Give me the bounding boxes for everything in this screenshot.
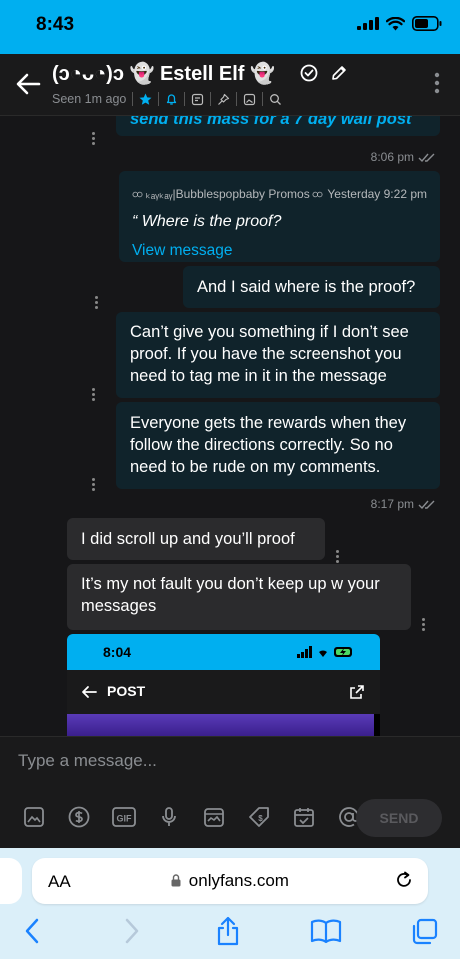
price-tag-icon[interactable]: $ [243, 801, 275, 833]
message-bubble-incoming[interactable]: It’s my not fault you don’t keep up w yo… [67, 564, 411, 630]
message-text: send this mass for a 7 day wall post [130, 116, 412, 128]
message-text: Can’t give you something if I don’t see … [130, 323, 409, 385]
double-check-icon [418, 500, 435, 509]
svg-text:GIF: GIF [117, 814, 133, 824]
message-text: I did scroll up and you’ll proof [81, 530, 295, 548]
link-chain-icon [312, 191, 323, 197]
divider [210, 92, 212, 106]
wifi-icon [386, 16, 405, 30]
calendar-icon[interactable] [288, 801, 320, 833]
message-options-icon[interactable] [92, 478, 96, 493]
signal-icon [357, 17, 379, 30]
message-composer: Type a message... GIF $ SEND [0, 736, 460, 848]
embedded-status-bar: 8:04 [67, 634, 380, 670]
image-icon[interactable] [18, 801, 50, 833]
send-button[interactable]: SEND [356, 799, 442, 837]
divider [158, 92, 160, 106]
message-options-icon[interactable] [92, 388, 96, 403]
bell-icon[interactable] [165, 93, 178, 106]
note-icon[interactable] [191, 93, 204, 106]
message-text: And I said where is the proof? [197, 278, 416, 296]
quote-source: ₖₐᵧₖₐᵧ|Bubblespopbaby Promos [145, 187, 310, 201]
back-arrow-icon [82, 686, 97, 698]
browser-toolbar [0, 916, 460, 950]
browser-bottom-bar: AA onlyfans.com [0, 848, 460, 959]
message-text: Everyone gets the rewards when they foll… [130, 414, 407, 476]
message-text: It’s my not fault you don’t keep up w yo… [81, 575, 380, 615]
star-icon[interactable] [139, 93, 152, 106]
tabs-icon[interactable] [410, 918, 438, 946]
divider [262, 92, 264, 106]
pencil-icon[interactable] [330, 64, 348, 82]
message-bubble-outgoing[interactable]: send this mass for a 7 day wall post [116, 116, 440, 136]
url-display: onlyfans.com [32, 871, 428, 891]
previous-tab-card[interactable] [0, 858, 22, 904]
pin-icon[interactable] [217, 93, 230, 106]
message-bubble-outgoing[interactable]: Can’t give you something if I don’t see … [116, 312, 440, 398]
quoted-message-card[interactable]: ₖₐᵧₖₐᵧ|Bubblespopbaby Promos Yesterday 9… [119, 171, 440, 262]
link-chain-icon [132, 191, 143, 197]
embedded-image-preview [67, 714, 380, 736]
gif-icon[interactable]: GIF [108, 801, 140, 833]
message-bubble-outgoing[interactable]: And I said where is the proof? [183, 266, 440, 308]
embedded-status-icons [297, 646, 352, 658]
microphone-icon[interactable] [153, 801, 185, 833]
embedded-title: POST [107, 683, 146, 699]
chevron-right-icon[interactable] [124, 918, 140, 944]
status-bar: 8:43 [0, 0, 460, 54]
chevron-left-icon[interactable] [24, 918, 40, 944]
lock-icon [171, 874, 181, 887]
message-meta: 8:06 pm [371, 150, 438, 164]
view-message-link[interactable]: View message [132, 240, 427, 262]
double-check-icon [418, 153, 435, 162]
more-vertical-icon[interactable] [434, 72, 440, 94]
reload-icon[interactable] [394, 870, 414, 890]
message-options-icon[interactable] [92, 132, 96, 147]
bookmarks-icon[interactable] [310, 918, 342, 944]
message-bubble-incoming[interactable]: I did scroll up and you’ll proof [67, 518, 325, 560]
chat-title[interactable]: (ↄ◔ᴗ◔)ↄ 👻 Estell Elf 👻 [52, 61, 275, 86]
message-meta: 8:17 pm [371, 497, 438, 511]
chat-messages[interactable]: send this mass for a 7 day wall post 8:0… [0, 116, 460, 736]
search-icon[interactable] [269, 93, 282, 106]
message-time: 8:17 pm [370, 497, 414, 511]
verified-icon [300, 64, 318, 82]
divider [184, 92, 186, 106]
message-image[interactable]: 8:04 POST [67, 634, 380, 736]
composer-toolbar: GIF $ [18, 801, 365, 833]
seen-status: Seen 1m ago [52, 92, 127, 106]
share-out-icon [350, 685, 364, 699]
quote-text: “ Where is the proof? [132, 213, 282, 230]
quote-time: Yesterday 9:22 pm [327, 187, 427, 201]
message-options-icon[interactable] [336, 550, 340, 565]
address-bar[interactable]: AA onlyfans.com [32, 858, 428, 904]
header-subbar: Seen 1m ago [52, 92, 282, 106]
dollar-icon[interactable] [63, 801, 95, 833]
message-options-icon[interactable] [95, 296, 99, 311]
divider [132, 92, 134, 106]
share-icon[interactable] [215, 916, 241, 946]
status-icons [357, 16, 442, 31]
url-text: onlyfans.com [188, 871, 289, 890]
back-arrow-icon[interactable] [14, 70, 42, 98]
message-input[interactable]: Type a message... [18, 751, 157, 771]
message-time: 8:06 pm [370, 150, 414, 164]
chat-header: (ↄ◔ᴗ◔)ↄ 👻 Estell Elf 👻 Seen 1m ago [0, 54, 460, 116]
divider [236, 92, 238, 106]
embedded-time: 8:04 [103, 644, 132, 660]
battery-icon [412, 16, 442, 31]
embedded-header: POST [67, 670, 380, 714]
message-bubble-outgoing[interactable]: Everyone gets the rewards when they foll… [116, 402, 440, 489]
vault-icon[interactable] [198, 801, 230, 833]
svg-text:$: $ [258, 814, 263, 823]
status-time: 8:43 [36, 14, 75, 35]
gallery-icon[interactable] [243, 93, 256, 106]
message-options-icon[interactable] [422, 618, 426, 633]
